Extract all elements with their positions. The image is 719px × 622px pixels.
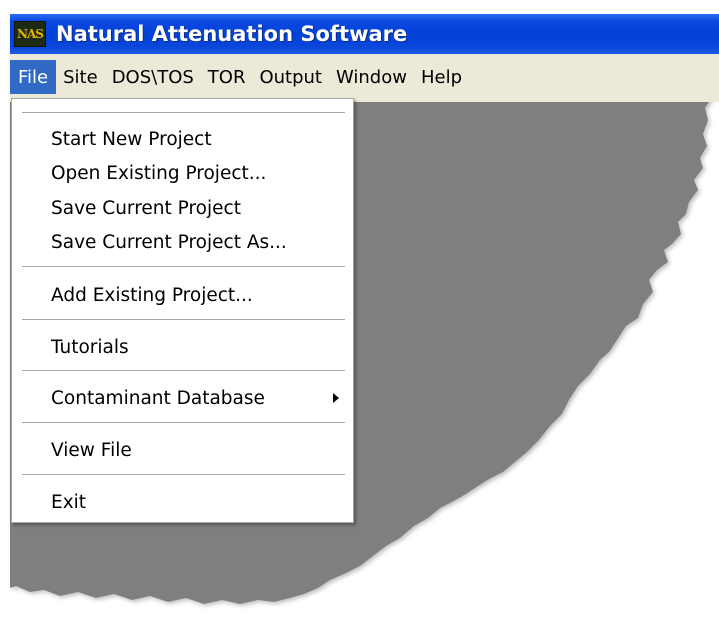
menu-separator (22, 319, 345, 320)
submenu-arrow-icon (333, 393, 339, 403)
menu-item-label: Contaminant Database (51, 387, 265, 409)
menu-item-label: Start New Project (51, 128, 212, 150)
menu-item-save-current-project[interactable]: Save Current Project (12, 192, 353, 224)
menu-separator (22, 112, 345, 113)
menu-item-label: Save Current Project As... (51, 231, 287, 253)
menu-item-exit[interactable]: Exit (12, 486, 353, 518)
menu-item-label: Save Current Project (51, 197, 241, 219)
menu-item-start-new-project[interactable]: Start New Project (12, 123, 353, 155)
menu-item-open-existing-project[interactable]: Open Existing Project... (12, 157, 353, 189)
menu-item-label: Open Existing Project... (51, 162, 267, 184)
menu-bar: File Site DOS\TOS TOR Output Window Help (10, 54, 719, 102)
menu-tor[interactable]: TOR (201, 60, 253, 94)
app-logo-icon: NAS (14, 21, 46, 47)
menu-dos-tos[interactable]: DOS\TOS (105, 60, 201, 94)
menu-separator (22, 474, 345, 475)
menu-item-label: Tutorials (51, 336, 129, 358)
menu-item-label: View File (51, 439, 132, 461)
menu-window[interactable]: Window (329, 60, 414, 94)
menu-item-label: Add Existing Project... (51, 284, 253, 306)
menu-item-save-current-project-as[interactable]: Save Current Project As... (12, 226, 353, 258)
menu-site[interactable]: Site (56, 60, 105, 94)
menu-item-add-existing-project[interactable]: Add Existing Project... (12, 279, 353, 311)
menu-item-contaminant-database[interactable]: Contaminant Database (12, 382, 353, 414)
menu-item-tutorials[interactable]: Tutorials (12, 331, 353, 363)
menu-separator (22, 422, 345, 423)
menu-item-label: Exit (51, 491, 87, 513)
menu-separator (22, 370, 345, 371)
menu-file[interactable]: File (10, 60, 57, 94)
title-bar[interactable]: NAS Natural Attenuation Software (10, 14, 719, 54)
menu-output[interactable]: Output (252, 60, 329, 94)
menu-separator (22, 266, 345, 267)
menu-help[interactable]: Help (414, 60, 469, 94)
menu-item-view-file[interactable]: View File (12, 434, 353, 466)
file-dropdown-menu: Start New Project Open Existing Project.… (11, 98, 354, 523)
window-title: Natural Attenuation Software (56, 22, 408, 46)
